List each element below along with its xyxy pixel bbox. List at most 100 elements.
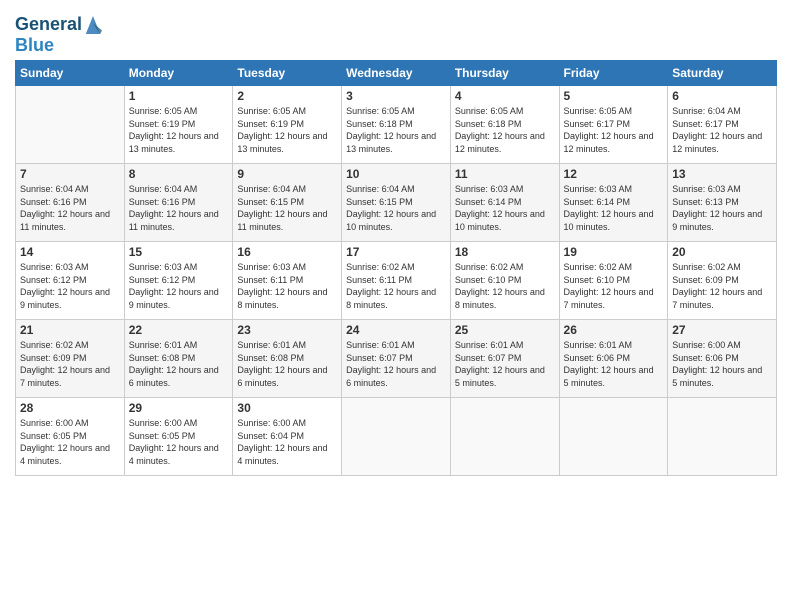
- calendar-cell: 1 Sunrise: 6:05 AMSunset: 6:19 PMDaylight…: [124, 86, 233, 164]
- calendar-cell: 14Sunrise: 6:03 AMSunset: 6:12 PMDayligh…: [16, 242, 125, 320]
- day-info: Sunrise: 6:05 AMSunset: 6:19 PMDaylight:…: [237, 105, 337, 155]
- calendar-cell: 16 Sunrise: 6:03 AMSunset: 6:11 PMDayligh…: [233, 242, 342, 320]
- calendar-week-row: 21 Sunrise: 6:02 AMSunset: 6:09 PMDayligh…: [16, 320, 777, 398]
- day-info: Sunrise: 6:04 AMSunset: 6:17 PMDaylight:…: [672, 105, 772, 155]
- calendar-cell: 18Sunrise: 6:02 AMSunset: 6:10 PMDayligh…: [450, 242, 559, 320]
- weekday-header-monday: Monday: [124, 61, 233, 86]
- calendar-cell: [16, 86, 125, 164]
- calendar-cell: 7Sunrise: 6:04 AMSunset: 6:16 PMDaylight…: [16, 164, 125, 242]
- calendar-cell: [342, 398, 451, 476]
- weekday-header-friday: Friday: [559, 61, 668, 86]
- calendar-cell: 12Sunrise: 6:03 AMSunset: 6:14 PMDayligh…: [559, 164, 668, 242]
- day-number: 22: [129, 323, 229, 337]
- logo: General Blue: [15, 14, 100, 56]
- day-info: Sunrise: 6:01 AMSunset: 6:08 PMDaylight:…: [237, 339, 337, 389]
- calendar-cell: 28Sunrise: 6:00 AMSunset: 6:05 PMDayligh…: [16, 398, 125, 476]
- day-number: 13: [672, 167, 772, 181]
- calendar-cell: [450, 398, 559, 476]
- day-number: 19: [564, 245, 664, 259]
- day-info: Sunrise: 6:03 AMSunset: 6:13 PMDaylight:…: [672, 183, 772, 233]
- day-number: 24: [346, 323, 446, 337]
- day-info: Sunrise: 6:01 AMSunset: 6:06 PMDaylight:…: [564, 339, 664, 389]
- day-info: Sunrise: 6:02 AMSunset: 6:11 PMDaylight:…: [346, 261, 446, 311]
- calendar-cell: 2 Sunrise: 6:05 AMSunset: 6:19 PMDaylight…: [233, 86, 342, 164]
- calendar-cell: 3 Sunrise: 6:05 AMSunset: 6:18 PMDaylight…: [342, 86, 451, 164]
- calendar-cell: 5 Sunrise: 6:05 AMSunset: 6:17 PMDaylight…: [559, 86, 668, 164]
- day-info: Sunrise: 6:04 AMSunset: 6:16 PMDaylight:…: [129, 183, 229, 233]
- day-number: 27: [672, 323, 772, 337]
- calendar-cell: 6 Sunrise: 6:04 AMSunset: 6:17 PMDaylight…: [668, 86, 777, 164]
- day-number: 16: [237, 245, 337, 259]
- calendar: SundayMondayTuesdayWednesdayThursdayFrid…: [15, 60, 777, 476]
- day-info: Sunrise: 6:01 AMSunset: 6:07 PMDaylight:…: [346, 339, 446, 389]
- calendar-cell: 29Sunrise: 6:00 AMSunset: 6:05 PMDayligh…: [124, 398, 233, 476]
- day-info: Sunrise: 6:03 AMSunset: 6:14 PMDaylight:…: [455, 183, 555, 233]
- day-number: 25: [455, 323, 555, 337]
- day-info: Sunrise: 6:05 AMSunset: 6:19 PMDaylight:…: [129, 105, 229, 155]
- day-number: 9: [237, 167, 337, 181]
- day-number: 5: [564, 89, 664, 103]
- logo-text-blue: Blue: [15, 35, 54, 55]
- day-number: 26: [564, 323, 664, 337]
- day-info: Sunrise: 6:00 AMSunset: 6:04 PMDaylight:…: [237, 417, 337, 467]
- day-info: Sunrise: 6:05 AMSunset: 6:18 PMDaylight:…: [346, 105, 446, 155]
- weekday-header-thursday: Thursday: [450, 61, 559, 86]
- day-info: Sunrise: 6:01 AMSunset: 6:08 PMDaylight:…: [129, 339, 229, 389]
- day-number: 23: [237, 323, 337, 337]
- day-number: 15: [129, 245, 229, 259]
- day-number: 8: [129, 167, 229, 181]
- calendar-cell: 25Sunrise: 6:01 AMSunset: 6:07 PMDayligh…: [450, 320, 559, 398]
- calendar-cell: 17 Sunrise: 6:02 AMSunset: 6:11 PMDayligh…: [342, 242, 451, 320]
- calendar-cell: 15 Sunrise: 6:03 AMSunset: 6:12 PMDayligh…: [124, 242, 233, 320]
- calendar-cell: [668, 398, 777, 476]
- day-number: 17: [346, 245, 446, 259]
- day-number: 1: [129, 89, 229, 103]
- weekday-header-row: SundayMondayTuesdayWednesdayThursdayFrid…: [16, 61, 777, 86]
- calendar-cell: 11 Sunrise: 6:03 AMSunset: 6:14 PMDayligh…: [450, 164, 559, 242]
- calendar-cell: 13 Sunrise: 6:03 AMSunset: 6:13 PMDayligh…: [668, 164, 777, 242]
- calendar-cell: 8 Sunrise: 6:04 AMSunset: 6:16 PMDaylight…: [124, 164, 233, 242]
- day-number: 21: [20, 323, 120, 337]
- day-number: 2: [237, 89, 337, 103]
- day-info: Sunrise: 6:03 AMSunset: 6:11 PMDaylight:…: [237, 261, 337, 311]
- calendar-cell: 24 Sunrise: 6:01 AMSunset: 6:07 PMDayligh…: [342, 320, 451, 398]
- calendar-cell: [559, 398, 668, 476]
- logo-icon: [84, 14, 102, 36]
- calendar-cell: 23 Sunrise: 6:01 AMSunset: 6:08 PMDayligh…: [233, 320, 342, 398]
- calendar-cell: 27 Sunrise: 6:00 AMSunset: 6:06 PMDayligh…: [668, 320, 777, 398]
- calendar-cell: 4Sunrise: 6:05 AMSunset: 6:18 PMDaylight…: [450, 86, 559, 164]
- day-info: Sunrise: 6:02 AMSunset: 6:09 PMDaylight:…: [20, 339, 120, 389]
- calendar-week-row: 7 Sunrise: 6:04 AMSunset: 6:16 PMDaylight…: [16, 164, 777, 242]
- day-number: 12: [564, 167, 664, 181]
- day-info: Sunrise: 6:00 AMSunset: 6:06 PMDaylight:…: [672, 339, 772, 389]
- day-number: 10: [346, 167, 446, 181]
- calendar-cell: 22 Sunrise: 6:01 AMSunset: 6:08 PMDayligh…: [124, 320, 233, 398]
- day-number: 6: [672, 89, 772, 103]
- day-info: Sunrise: 6:05 AMSunset: 6:17 PMDaylight:…: [564, 105, 664, 155]
- day-info: Sunrise: 6:00 AMSunset: 6:05 PMDaylight:…: [20, 417, 120, 467]
- day-info: Sunrise: 6:03 AMSunset: 6:12 PMDaylight:…: [129, 261, 229, 311]
- calendar-week-row: 28Sunrise: 6:00 AMSunset: 6:05 PMDayligh…: [16, 398, 777, 476]
- calendar-cell: 30 Sunrise: 6:00 AMSunset: 6:04 PMDayligh…: [233, 398, 342, 476]
- calendar-cell: 9 Sunrise: 6:04 AMSunset: 6:15 PMDaylight…: [233, 164, 342, 242]
- logo-text-general: General: [15, 15, 82, 35]
- calendar-cell: 19 Sunrise: 6:02 AMSunset: 6:10 PMDayligh…: [559, 242, 668, 320]
- day-info: Sunrise: 6:00 AMSunset: 6:05 PMDaylight:…: [129, 417, 229, 467]
- day-number: 3: [346, 89, 446, 103]
- page: General Blue SundayMondayTuesdayWednesda…: [0, 0, 792, 612]
- calendar-cell: 26 Sunrise: 6:01 AMSunset: 6:06 PMDayligh…: [559, 320, 668, 398]
- calendar-cell: 20 Sunrise: 6:02 AMSunset: 6:09 PMDayligh…: [668, 242, 777, 320]
- day-info: Sunrise: 6:03 AMSunset: 6:12 PMDaylight:…: [20, 261, 120, 311]
- day-info: Sunrise: 6:05 AMSunset: 6:18 PMDaylight:…: [455, 105, 555, 155]
- day-info: Sunrise: 6:02 AMSunset: 6:09 PMDaylight:…: [672, 261, 772, 311]
- day-number: 20: [672, 245, 772, 259]
- day-info: Sunrise: 6:02 AMSunset: 6:10 PMDaylight:…: [455, 261, 555, 311]
- weekday-header-saturday: Saturday: [668, 61, 777, 86]
- day-number: 7: [20, 167, 120, 181]
- calendar-week-row: 14Sunrise: 6:03 AMSunset: 6:12 PMDayligh…: [16, 242, 777, 320]
- day-number: 11: [455, 167, 555, 181]
- day-info: Sunrise: 6:04 AMSunset: 6:15 PMDaylight:…: [237, 183, 337, 233]
- day-number: 30: [237, 401, 337, 415]
- day-info: Sunrise: 6:02 AMSunset: 6:10 PMDaylight:…: [564, 261, 664, 311]
- weekday-header-tuesday: Tuesday: [233, 61, 342, 86]
